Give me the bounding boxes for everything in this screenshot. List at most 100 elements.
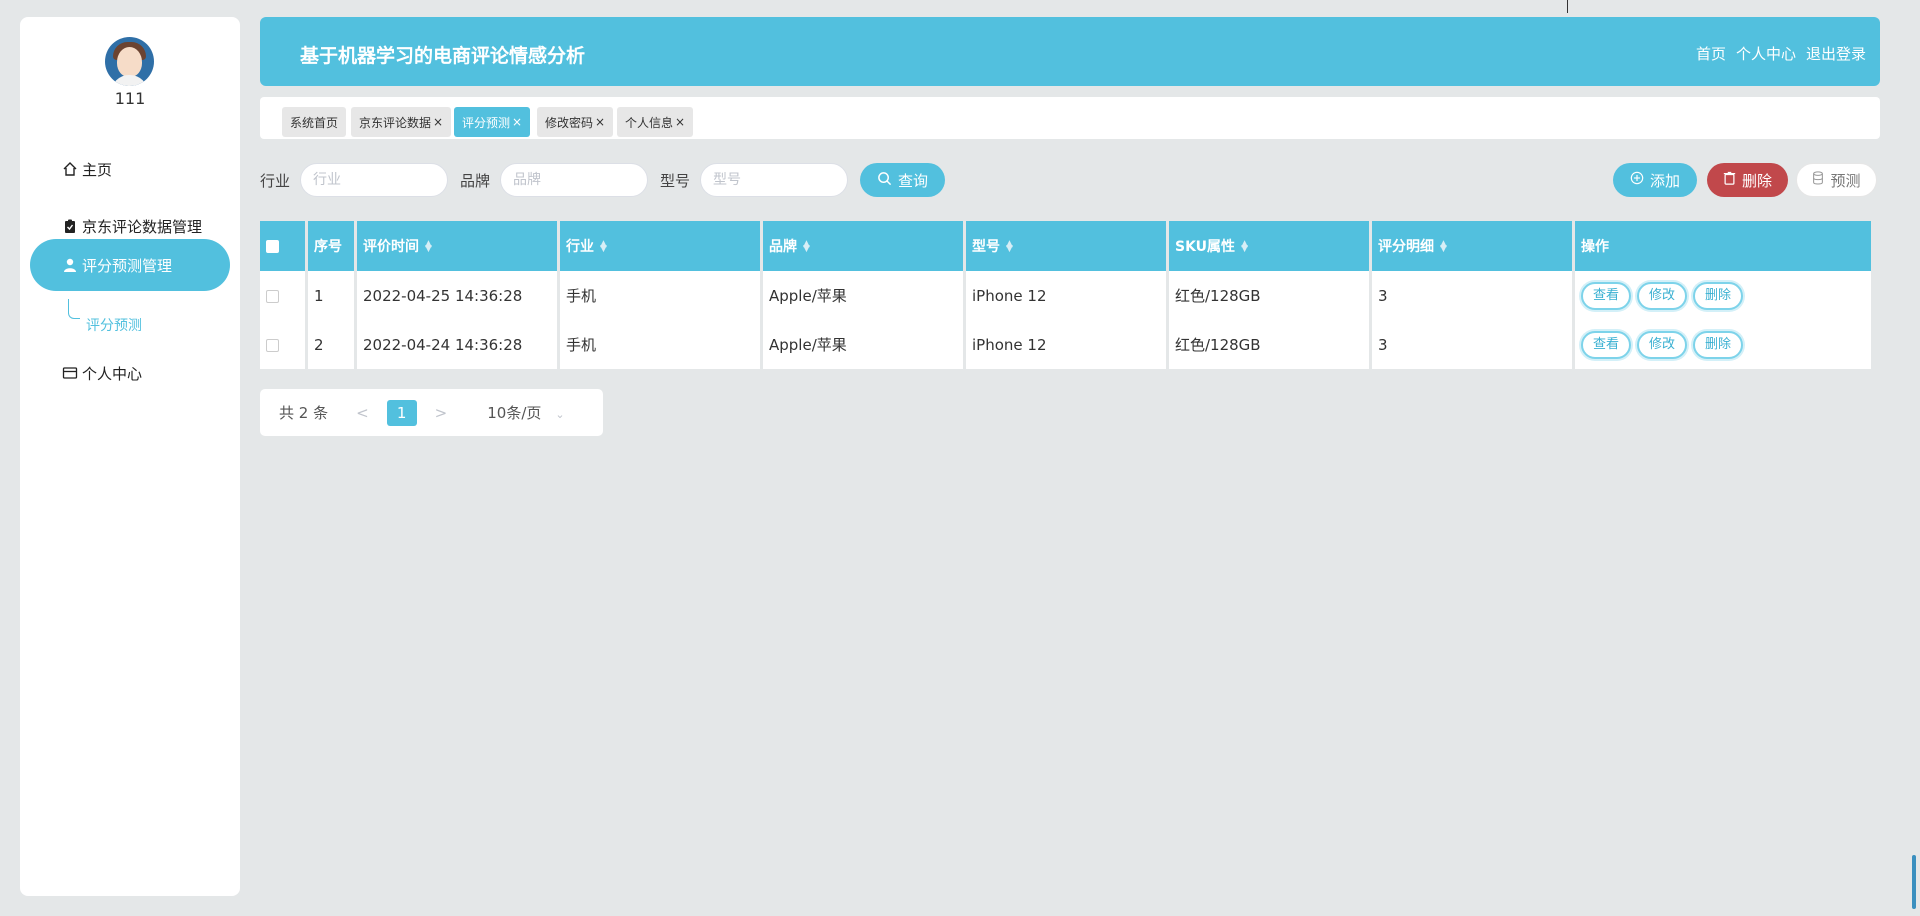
cell-sku: 红色/128GB [1169,320,1369,369]
sidebar-item-home[interactable]: 主页 [30,143,230,195]
tab-change-password[interactable]: 修改密码 × [537,107,614,137]
sidebar-item-label: 个人中心 [82,364,143,383]
filter-brand: 品牌 [460,163,649,197]
predict-button[interactable]: 预测 [1796,163,1877,197]
cell-time: 2022-04-24 14:36:28 [357,320,557,369]
add-button[interactable]: 添加 [1613,163,1697,197]
view-button[interactable]: 查看 [1581,281,1632,310]
tab-label: 评分预测 [462,115,511,130]
filter-label: 品牌 [460,171,491,190]
tab-label: 系统首页 [290,115,339,130]
sort-icon[interactable]: ▲ ▼ [1241,240,1248,254]
cell-industry: 手机 [560,320,760,369]
column-header-industry[interactable]: 行业 ▲ ▼ [560,221,760,271]
column-header-brand[interactable]: 品牌 ▲ ▼ [763,221,963,271]
column-label: 型号 [972,239,1000,255]
header-link-personal-center[interactable]: 个人中心 [1736,43,1796,64]
page-title: 基于机器学习的电商评论情感分析 [300,45,586,67]
industry-input[interactable] [300,163,449,197]
tab-score-predict[interactable]: 评分预测 × [454,107,531,137]
sidebar-item-personal-center[interactable]: 个人中心 [30,347,230,399]
submenu-connector [68,299,80,319]
table-header-row: 序号 评价时间 ▲ ▼ 行业 ▲ ▼ 品牌 ▲ ▼ 型号 ▲ ▼ SKU属性 ▲ ▼ 评分明细 ▲ ▼ … [260,221,1871,271]
next-page-button[interactable]: > [435,404,448,422]
query-button[interactable]: 查询 [860,163,945,197]
sidebar-item-label: 评分预测管理 [82,256,173,275]
column-header-score[interactable]: 评分明细 ▲ ▼ [1372,221,1572,271]
select-all-checkbox[interactable] [266,239,279,253]
avatar-body [111,75,148,86]
cell-index: 2 [308,320,354,369]
page-size-select[interactable]: 10条/页 ⌄ [487,402,564,423]
column-label: 行业 [566,239,594,255]
header-link-home[interactable]: 首页 [1696,43,1726,64]
card-icon [62,365,78,381]
column-label: 评价时间 [363,239,419,255]
edit-button[interactable]: 修改 [1637,330,1688,359]
brand-input[interactable] [500,163,649,197]
sort-icon[interactable]: ▲ ▼ [1006,240,1013,254]
chevron-down-icon: ⌄ [555,408,565,421]
data-table: 序号 评价时间 ▲ ▼ 行业 ▲ ▼ 品牌 ▲ ▼ 型号 ▲ ▼ SKU属性 ▲ ▼ 评分明细 ▲ ▼ … [257,221,1874,369]
avatar[interactable] [105,37,154,86]
page-number-current[interactable]: 1 [386,399,417,426]
cell-brand: Apple/苹果 [763,320,963,369]
view-button[interactable]: 查看 [1581,330,1632,359]
column-header-actions: 操作 [1575,221,1871,271]
sort-icon[interactable]: ▲ ▼ [600,240,607,254]
batch-delete-button[interactable]: 删除 [1707,163,1788,197]
sort-icon[interactable]: ▲ ▼ [803,240,810,254]
add-label: 添加 [1649,171,1680,190]
trash-icon [1723,171,1736,189]
row-select-cell [260,271,305,320]
row-checkbox[interactable] [266,289,279,303]
row-select-cell [260,320,305,369]
username: 111 [114,89,146,108]
user-icon [62,257,78,273]
select-all-cell [260,221,305,271]
column-label: 评分明细 [1378,239,1434,255]
tab-system-home[interactable]: 系统首页 [282,107,347,137]
close-icon[interactable]: × [512,115,522,129]
tab-jd-comments[interactable]: 京东评论数据 × [351,107,452,137]
sidebar-item-label: 主页 [82,160,113,179]
column-header-time[interactable]: 评价时间 ▲ ▼ [357,221,557,271]
cell-industry: 手机 [560,271,760,320]
home-icon [62,161,78,177]
table-row: 2 2022-04-24 14:36:28 手机 Apple/苹果 iPhone… [260,320,1871,369]
model-input[interactable] [700,163,849,197]
tab-personal-info[interactable]: 个人信息 × [617,107,694,137]
scrollbar-thumb[interactable] [1912,855,1916,909]
row-checkbox[interactable] [266,338,279,352]
column-label: SKU属性 [1175,239,1236,255]
cell-score: 3 [1372,271,1572,320]
delete-row-button[interactable]: 删除 [1693,330,1744,359]
column-header-model[interactable]: 型号 ▲ ▼ [966,221,1166,271]
tab-label: 修改密码 [545,115,594,130]
cell-brand: Apple/苹果 [763,271,963,320]
table-row: 1 2022-04-25 14:36:28 手机 Apple/苹果 iPhone… [260,271,1871,320]
filter-model: 型号 [660,163,849,197]
column-label: 品牌 [769,239,797,255]
prev-page-button[interactable]: < [356,404,369,422]
plus-circle-icon [1630,171,1644,189]
sidebar-subitem-score-predict[interactable]: 评分预测 [86,315,142,335]
database-icon [1812,171,1824,189]
clipboard-icon [62,218,78,234]
header-links: 首页 个人中心 退出登录 [1696,43,1866,64]
delete-label: 删除 [1741,171,1772,190]
column-header-sku[interactable]: SKU属性 ▲ ▼ [1169,221,1369,271]
cell-actions: 查看 修改 删除 [1575,271,1871,320]
delete-row-button[interactable]: 删除 [1693,281,1744,310]
edit-button[interactable]: 修改 [1637,281,1688,310]
close-icon[interactable]: × [433,115,443,129]
mouse-cursor [1567,0,1577,13]
query-label: 查询 [897,171,928,190]
sort-icon[interactable]: ▲ ▼ [425,240,432,254]
sidebar-item-score-predict[interactable]: 评分预测管理 [30,239,230,291]
close-icon[interactable]: × [675,115,685,129]
header-link-logout[interactable]: 退出登录 [1806,43,1866,64]
cell-model: iPhone 12 [966,320,1166,369]
close-icon[interactable]: × [595,115,605,129]
sort-icon[interactable]: ▲ ▼ [1440,240,1447,254]
